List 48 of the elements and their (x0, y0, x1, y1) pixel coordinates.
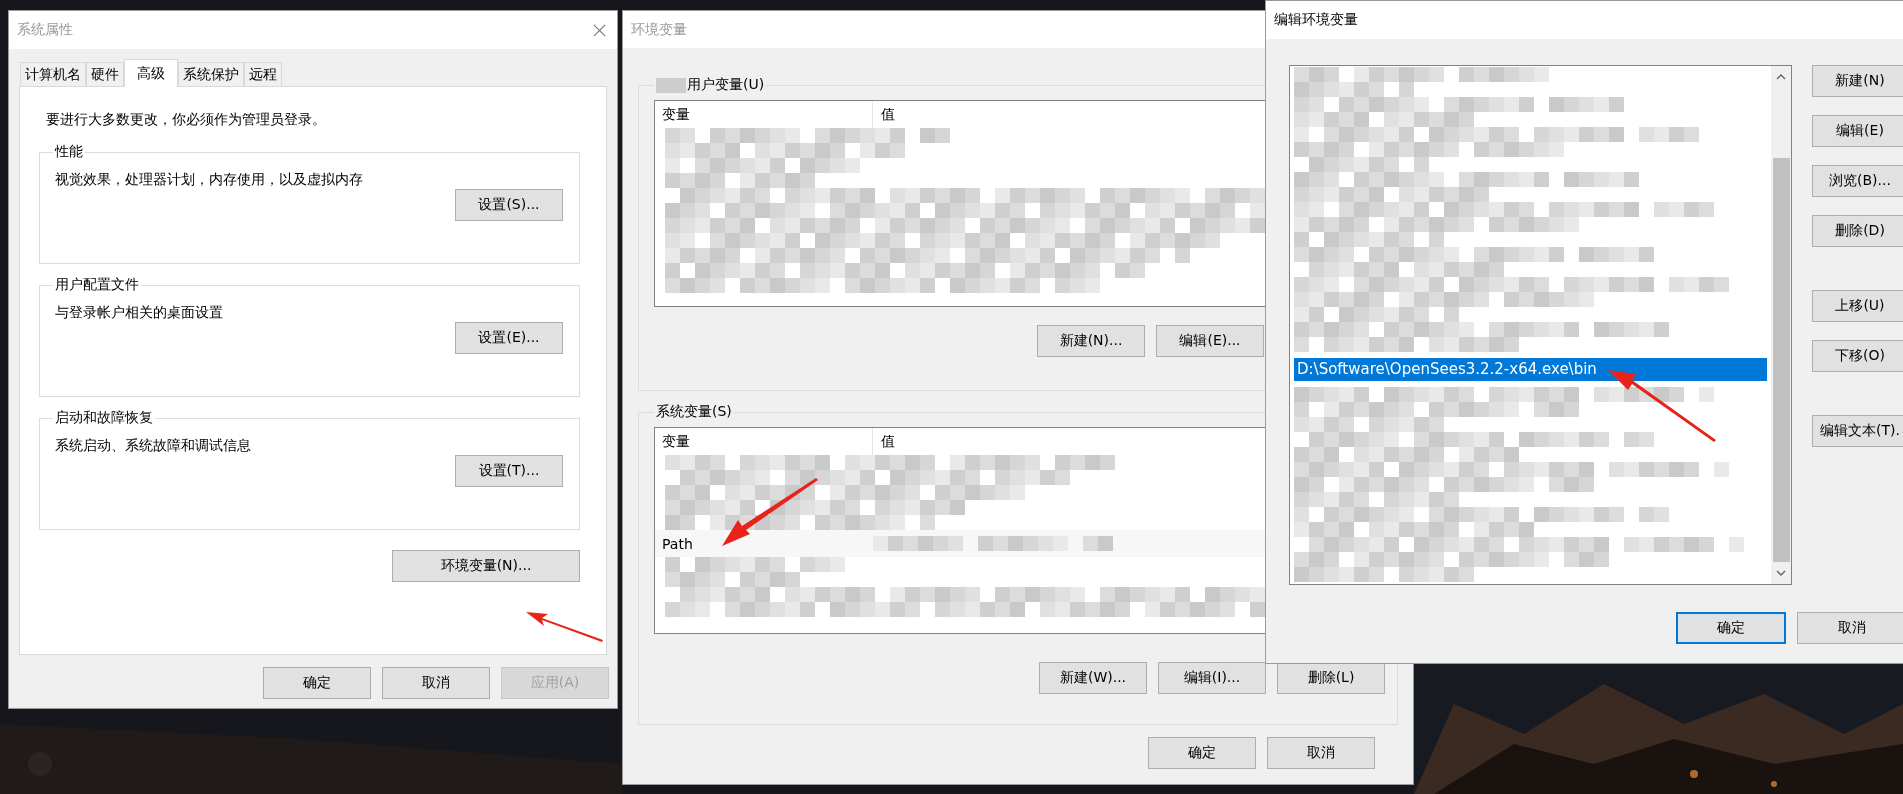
list-button[interactable]: 编辑(E)... (1156, 325, 1264, 357)
group-title: 系统变量(S) (655, 403, 733, 421)
dialog-button[interactable]: 确定 (1148, 737, 1256, 769)
side-button[interactable]: 下移(O) (1812, 340, 1903, 372)
side-button[interactable]: 编辑文本(T). (1812, 415, 1903, 447)
list-button[interactable]: 新建(W)... (1039, 662, 1147, 694)
tab[interactable]: 高级 (124, 59, 178, 87)
dialog-button[interactable]: 取消 (382, 667, 490, 699)
tab[interactable]: 系统保护 (178, 62, 244, 86)
dialog-button[interactable]: 确定 (1676, 612, 1786, 644)
side-button[interactable]: 删除(D) (1812, 215, 1903, 247)
scrollbar[interactable] (1771, 66, 1791, 584)
notice-text: 要进行大多数更改，你必须作为管理员登录。 (46, 111, 327, 129)
side-button[interactable]: 编辑(E) (1812, 115, 1903, 147)
group-description: 系统启动、系统故障和调试信息 (55, 437, 252, 455)
list-item[interactable]: D:\Software\OpenSees3.2.2-x64.exe\bin (1294, 358, 1767, 381)
tab[interactable]: 硬件 (86, 62, 124, 86)
settings-button[interactable]: 设置(T)... (455, 455, 563, 487)
settings-button[interactable]: 设置(E)... (455, 322, 563, 354)
group-description: 与登录帐户相关的桌面设置 (55, 304, 224, 322)
tab[interactable]: 计算机名 (20, 62, 86, 86)
side-button[interactable]: 新建(N) (1812, 65, 1903, 97)
dialog-button[interactable]: 取消 (1797, 612, 1903, 644)
window-title: 系统属性 (17, 21, 73, 39)
list-button[interactable]: 编辑(I)... (1158, 662, 1266, 694)
dialog-button[interactable]: 确定 (263, 667, 371, 699)
dialog-button[interactable]: 取消 (1267, 737, 1375, 769)
list-button[interactable]: 新建(N)... (1037, 325, 1145, 357)
close-icon[interactable] (592, 22, 607, 38)
list-button[interactable]: 删除(L) (1277, 662, 1385, 694)
redacted-drawing (656, 77, 686, 93)
group-title: 启动和故障恢复 (54, 409, 154, 427)
group-description: 视觉效果，处理器计划，内存使用，以及虚拟内存 (55, 171, 364, 189)
window-title: 编辑环境变量 (1274, 11, 1358, 29)
environment-variables-button[interactable]: 环境变量(N)... (392, 550, 580, 582)
column-header[interactable]: 值 (873, 432, 895, 451)
window-title: 环境变量 (631, 20, 687, 39)
group-title: 用户配置文件 (54, 276, 140, 294)
side-button[interactable]: 浏览(B)... (1812, 165, 1903, 197)
scrollbar-thumb[interactable] (1772, 158, 1790, 562)
column-header[interactable]: 值 (873, 105, 895, 124)
chevron-up-icon[interactable] (1776, 74, 1786, 80)
group-title: 性能 (53, 143, 84, 161)
group-title: 用户变量(U) (687, 76, 765, 94)
chevron-down-icon[interactable] (1776, 570, 1786, 576)
settings-button[interactable]: 设置(S)... (455, 189, 563, 221)
tab[interactable]: 远程 (244, 62, 282, 86)
side-button[interactable]: 上移(U) (1812, 290, 1903, 322)
